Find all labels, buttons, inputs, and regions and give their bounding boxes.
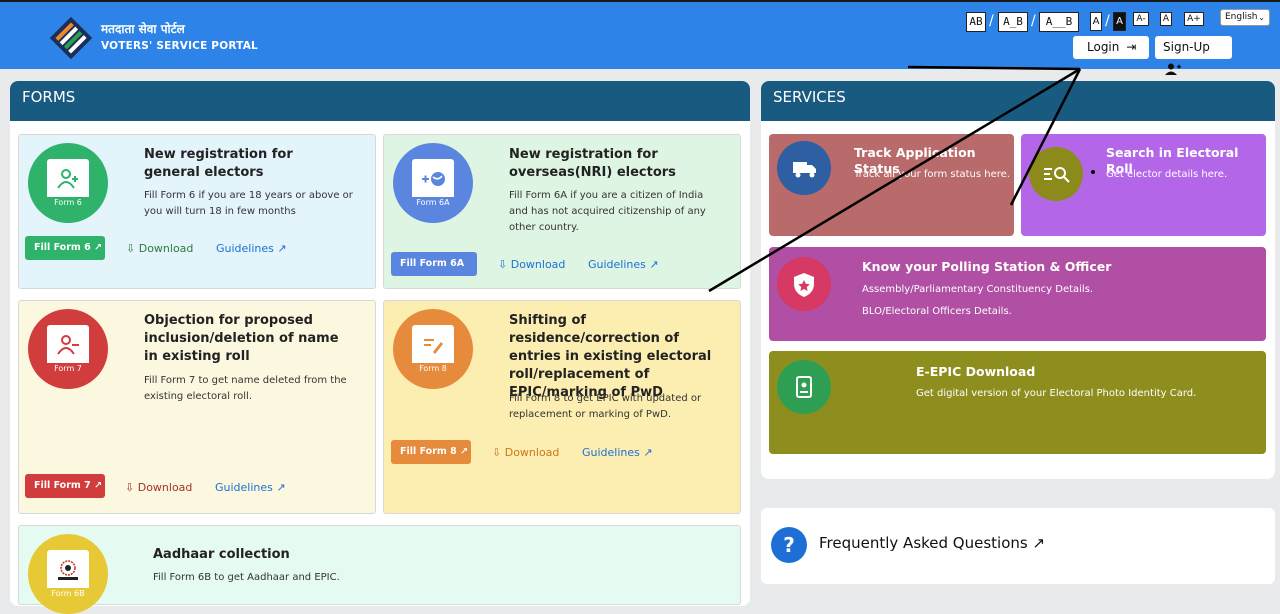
annotation-arrows: [708, 65, 1095, 293]
